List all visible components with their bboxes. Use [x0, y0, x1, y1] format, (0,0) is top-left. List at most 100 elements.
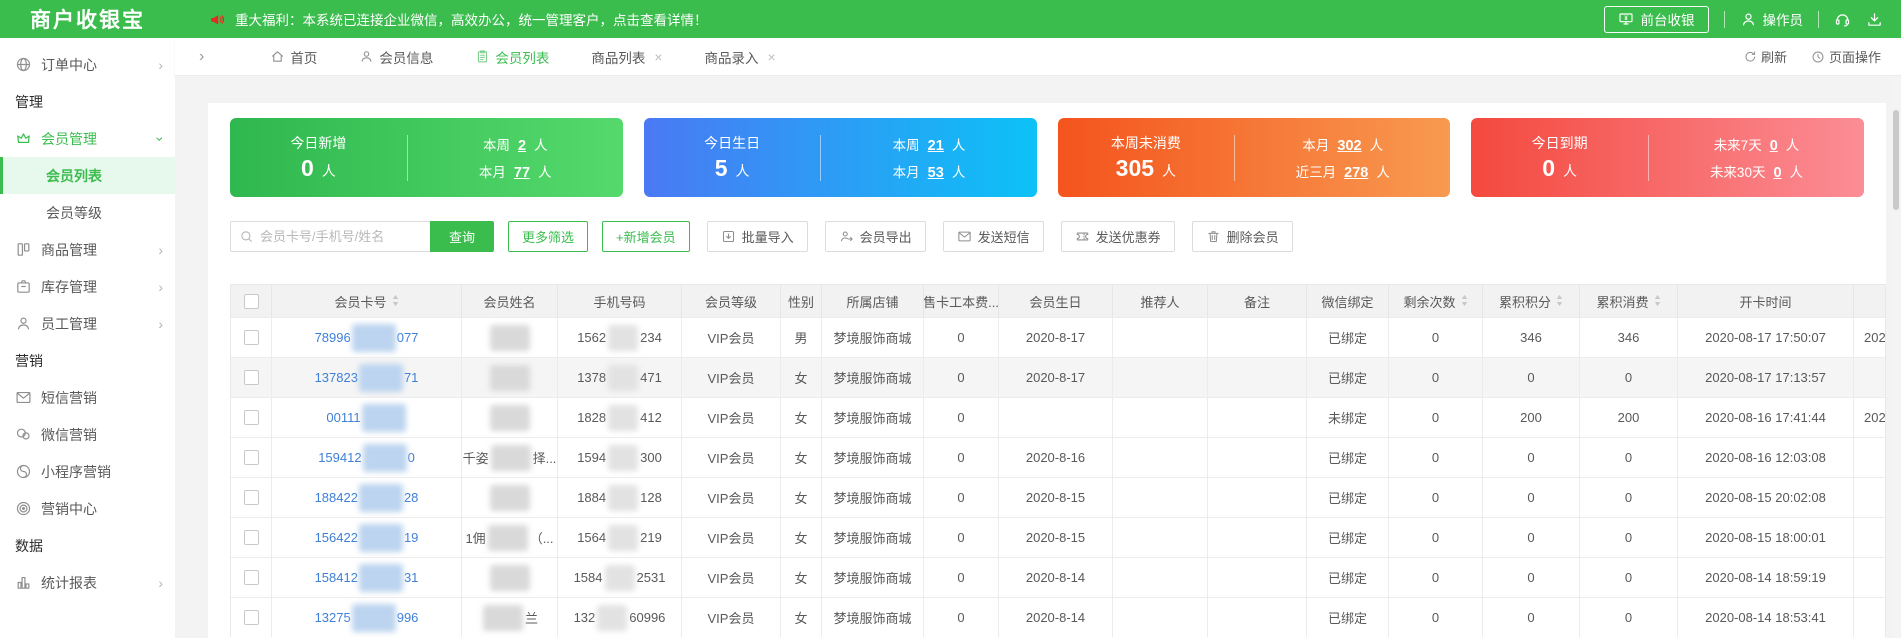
row-checkbox[interactable] — [243, 610, 259, 625]
member-card-link[interactable]: 188422 28 — [315, 483, 418, 512]
card-no-cell: 188422 28 — [272, 478, 462, 517]
sort-icon[interactable]: ▲ ▼ — [390, 294, 399, 308]
store-cell: 梦境服饰商城 — [822, 598, 924, 637]
vertical-scrollbar[interactable] — [1892, 76, 1900, 638]
member-card-link[interactable]: 00111 — [326, 403, 406, 432]
query-button[interactable]: 查询 — [430, 221, 494, 252]
page-ops-button[interactable]: 页面操作 — [1811, 47, 1881, 66]
column-header-label: 开卡时间 — [1739, 294, 1792, 310]
column-header: 累积积分 ▲ ▼ — [1483, 285, 1580, 317]
support-button[interactable] — [1834, 11, 1851, 28]
scrollbar-thumb[interactable] — [1893, 110, 1899, 210]
send-coupon-button[interactable]: 发送优惠券 — [1060, 221, 1175, 252]
times-cell: 0 — [1389, 478, 1483, 517]
operator-menu[interactable]: 操作员 — [1740, 9, 1803, 29]
gender-cell: 女 — [781, 478, 822, 517]
sidebar-item-sms-marketing[interactable]: 短信营销 — [0, 379, 175, 416]
wechat-cell: 已绑定 — [1307, 518, 1389, 557]
column-header-label: 会员姓名 — [483, 294, 536, 310]
member-card-link[interactable]: 156422 19 — [315, 523, 418, 552]
sidebar-item-order-center[interactable]: 订单中心 › — [0, 46, 175, 83]
row-checkbox[interactable] — [243, 490, 259, 505]
chevron-right-icon: › — [158, 278, 163, 295]
member-name — [488, 324, 532, 351]
member-card-link[interactable]: 137823 71 — [315, 363, 418, 392]
fee-cell: 0 — [924, 558, 999, 597]
extra-cell — [1854, 558, 1885, 597]
times-cell: 0 — [1389, 398, 1483, 437]
note-cell — [1208, 518, 1307, 557]
card-no-cell: 156422 19 — [272, 518, 462, 557]
sidebar-item-miniapp-marketing[interactable]: 小程序营销 — [0, 453, 175, 490]
member-card-link[interactable]: 159412 0 — [318, 443, 415, 472]
sidebar-subitem-member-level[interactable]: 会员等级 — [0, 194, 175, 231]
sort-icon[interactable]: ▲ ▼ — [1652, 294, 1661, 308]
download-button[interactable] — [1866, 11, 1883, 28]
row-checkbox[interactable] — [243, 370, 259, 385]
close-tab-icon[interactable]: × — [768, 49, 776, 65]
close-tab-icon[interactable]: × — [654, 49, 662, 65]
referrer-cell — [1113, 478, 1208, 517]
member-card-link[interactable]: 158412 31 — [315, 563, 418, 592]
column-header-label: 手机号码 — [593, 294, 646, 310]
tab-member-list[interactable]: 会员列表 — [475, 38, 549, 76]
chevron-right-icon: › — [158, 241, 163, 258]
refresh-button[interactable]: 刷新 — [1743, 47, 1787, 66]
row-checkbox[interactable] — [243, 330, 259, 345]
note-cell — [1208, 598, 1307, 637]
row-checkbox[interactable] — [243, 530, 259, 545]
sidebar-subitem-member-list[interactable]: 会员列表 — [0, 157, 175, 194]
cashier-button[interactable]: ¥ 前台收银 — [1603, 5, 1709, 33]
select-cell — [231, 558, 272, 597]
sidebar-item-stock-manage[interactable]: 库存管理 › — [0, 268, 175, 305]
points-cell: 0 — [1483, 518, 1580, 557]
sidebar-item-label: 会员管理 — [41, 130, 97, 147]
member-card-link[interactable]: 78996 077 — [315, 323, 418, 352]
phone-cell: 132 60996 — [558, 598, 682, 637]
search-input[interactable] — [260, 229, 422, 244]
sort-icon[interactable]: ▲ ▼ — [1555, 294, 1564, 308]
sidebar-item-staff-manage[interactable]: 员工管理 › — [0, 305, 175, 342]
member-name: 兰 — [481, 604, 538, 631]
collapse-sidebar-button[interactable]: › — [199, 48, 204, 66]
announcement-bar[interactable]: 重大福利：本系统已连接企业微信，高效办公，统一管理客户，点击查看详情！ — [209, 9, 1604, 29]
tab-product-list[interactable]: 商品列表 × — [591, 38, 662, 76]
column-header-label: 推荐人 — [1140, 294, 1180, 310]
tab-member-info[interactable]: 会员信息 — [359, 38, 433, 76]
more-filter-button[interactable]: 更多筛选 — [508, 221, 589, 252]
add-member-button[interactable]: +新增会员 — [602, 221, 690, 252]
stat-details: 本周 2 人本月 77 人 — [408, 134, 623, 181]
sort-icon[interactable]: ▲ ▼ — [1459, 294, 1468, 308]
column-header: 会员姓名 — [462, 285, 558, 317]
name-cell — [462, 558, 558, 597]
column-header-label: 售卡工本费... — [924, 294, 999, 310]
referrer-cell — [1113, 438, 1208, 477]
refresh-icon — [1743, 50, 1757, 64]
send-sms-button[interactable]: 发送短信 — [942, 221, 1044, 252]
member-export-button[interactable]: 会员导出 — [824, 221, 926, 252]
level-cell: VIP会员 — [682, 518, 781, 557]
delete-member-button[interactable]: 删除会员 — [1191, 221, 1293, 252]
row-checkbox[interactable] — [243, 410, 259, 425]
sidebar-item-member-manage[interactable]: 会员管理 › — [0, 120, 175, 157]
table-row: 188422 28 1884 128 VIP会员女梦境服饰商城 0 2020-8-15 已绑定… — [231, 477, 1885, 517]
sidebar-item-marketing-center[interactable]: 营销中心 — [0, 490, 175, 527]
row-checkbox[interactable] — [243, 450, 259, 465]
member-card-link[interactable]: 13275 996 — [315, 603, 418, 632]
select-cell — [231, 478, 272, 517]
stat-detail: 本周 21 人 — [892, 138, 966, 154]
stat-value: 305 人 — [1115, 155, 1177, 181]
select-all-checkbox[interactable] — [243, 293, 259, 309]
tab-home[interactable]: 首页 — [270, 38, 317, 76]
extra-cell — [1854, 598, 1885, 637]
batch-import-button[interactable]: 批量导入 — [706, 221, 808, 252]
birthday-cell: 2020-8-16 — [999, 438, 1113, 477]
sidebar-item-product-manage[interactable]: 商品管理 › — [0, 231, 175, 268]
chart-icon — [15, 574, 32, 591]
tab-product-entry[interactable]: 商品录入 × — [705, 38, 776, 76]
column-header-label: 会员等级 — [704, 294, 757, 310]
sidebar-item-wechat-marketing[interactable]: 微信营销 — [0, 416, 175, 453]
redaction-blur — [362, 443, 407, 472]
row-checkbox[interactable] — [243, 570, 259, 585]
sidebar-item-report-stats[interactable]: 统计报表 › — [0, 564, 175, 601]
